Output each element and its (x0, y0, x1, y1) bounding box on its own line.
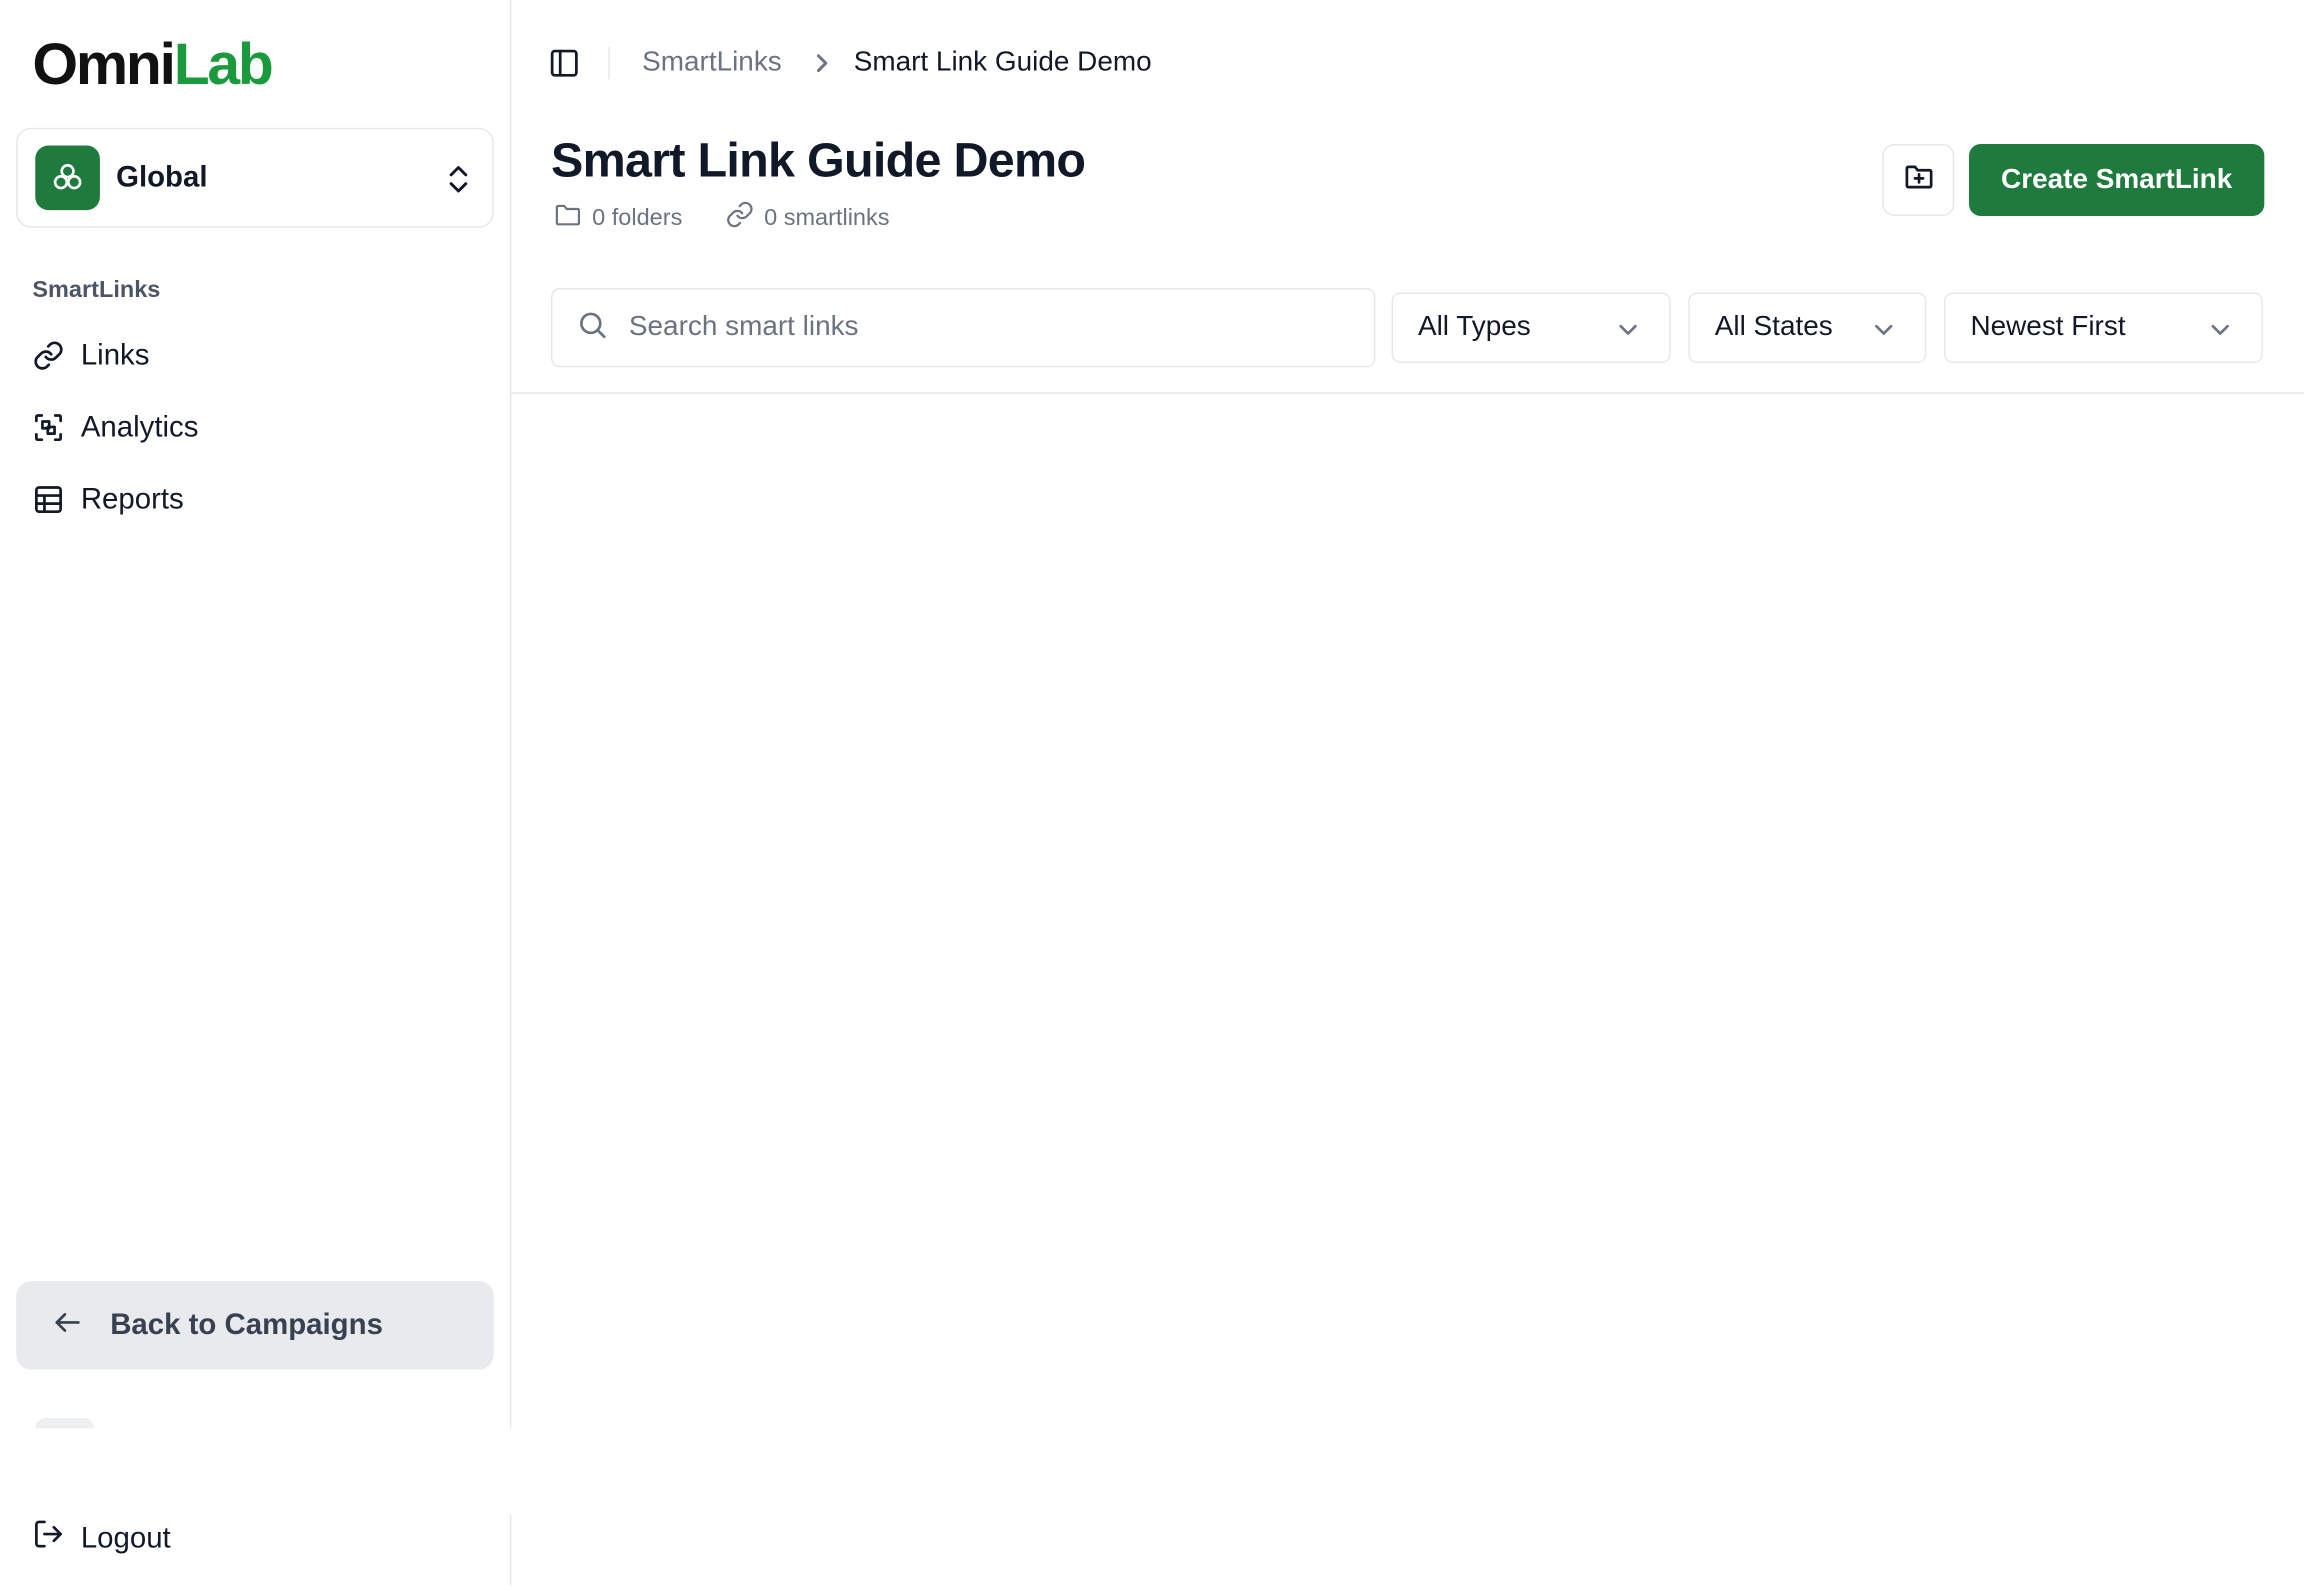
sidebar-section-label: SmartLinks (32, 277, 161, 303)
search-box (551, 288, 1376, 368)
link-icon (724, 200, 755, 237)
sidebar: OmniLab Global SmartLinks Links Analytic… (0, 0, 512, 1429)
sidebar-item-label: Analytics (80, 410, 199, 444)
workspace-name: Global (116, 160, 208, 194)
workspace-switcher[interactable]: Global (16, 127, 494, 228)
search-icon (576, 308, 608, 348)
logout-label: Logout (80, 1521, 171, 1554)
breadcrumb-current: Smart Link Guide Demo (853, 47, 1152, 78)
chevron-down-icon (2208, 317, 2232, 349)
logout-button[interactable]: Logout (32, 1513, 171, 1563)
link-icon (32, 339, 64, 371)
chevron-right-icon (813, 51, 834, 82)
sidebar-item-analytics[interactable]: Analytics (16, 397, 494, 459)
sidebar-item-reports[interactable]: Reports (16, 469, 494, 531)
smartlinks-list (511, 394, 2304, 1423)
state-filter-select[interactable]: All States (1688, 292, 1927, 363)
chevron-down-icon (1872, 317, 1896, 349)
search-input[interactable] (628, 311, 1335, 344)
folder-icon (552, 200, 583, 237)
chevrons-up-down-icon (445, 162, 471, 205)
topbar-divider (608, 47, 610, 80)
sidebar-item-label: Links (80, 338, 150, 372)
avatar[interactable] (35, 1417, 95, 1429)
create-smartlink-button[interactable]: Create SmartLink (1968, 144, 2265, 217)
sidebar-border (509, 1514, 512, 1586)
type-filter-select[interactable]: All Types (1391, 292, 1671, 363)
sidebar-item-links[interactable]: Links (16, 325, 494, 387)
arrow-left-icon (51, 1306, 83, 1346)
back-to-campaigns-button[interactable]: Back to Campaigns (16, 1281, 494, 1370)
breadcrumb-smartlinks[interactable]: SmartLinks (642, 47, 782, 79)
chevron-down-icon (1616, 317, 1640, 349)
logo-text-lab: Lab (173, 32, 274, 97)
sidebar-toggle-icon[interactable] (548, 47, 580, 79)
smartlinks-count-label: 0 smartlinks (764, 204, 890, 230)
sidebar-item-label: Reports (80, 482, 184, 516)
smartlinks-count: 0 smartlinks (724, 200, 890, 237)
sort-value: Newest First (1970, 311, 2126, 343)
scan-icon (32, 411, 64, 443)
folder-plus-icon (1902, 160, 1934, 200)
omnilab-logo[interactable]: OmniLab (32, 32, 274, 97)
page-title: Smart Link Guide Demo (551, 132, 1086, 187)
folders-count-label: 0 folders (592, 204, 683, 230)
app-frame: OmniLab Global SmartLinks Links Analytic… (0, 0, 2304, 1586)
back-to-campaigns-label: Back to Campaigns (110, 1308, 383, 1341)
table-icon (32, 483, 64, 515)
type-filter-value: All Types (1417, 311, 1531, 343)
folders-count: 0 folders (552, 200, 682, 237)
clover-icon (35, 145, 100, 211)
new-folder-button[interactable] (1882, 144, 1955, 217)
logout-icon (32, 1518, 64, 1559)
state-filter-value: All States (1714, 311, 1833, 343)
page: OmniLab Global SmartLinks Links Analytic… (0, 0, 2304, 1586)
sort-select[interactable]: Newest First (1944, 292, 2263, 363)
logo-text-omni: Omni (32, 32, 176, 97)
